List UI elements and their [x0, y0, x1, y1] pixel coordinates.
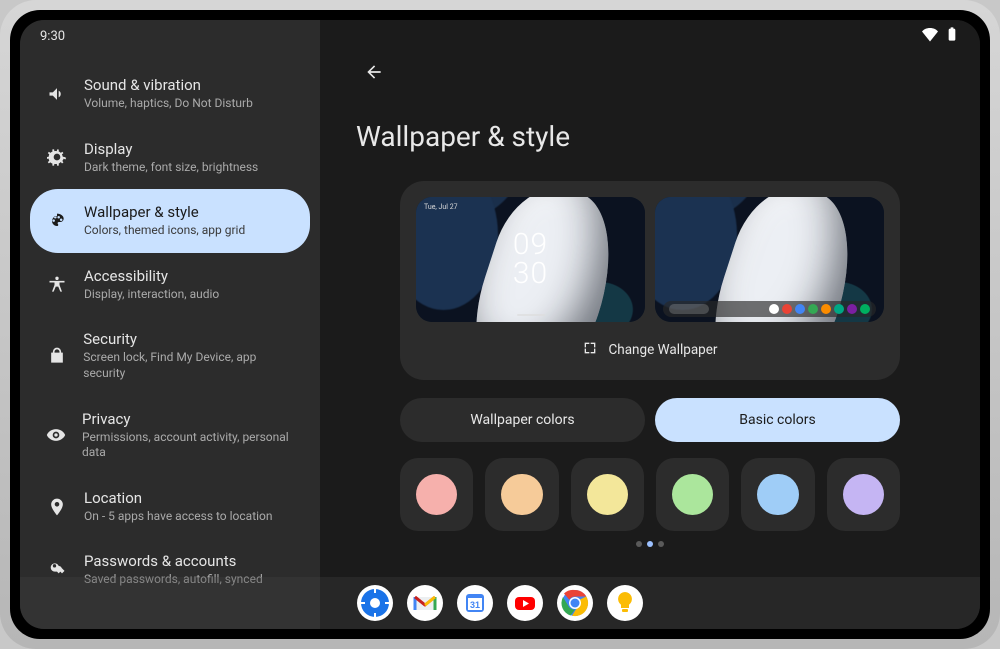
sidebar-item-title: Sound & vibration	[84, 76, 253, 94]
sidebar-item-subtitle: Screen lock, Find My Device, app securit…	[83, 350, 294, 381]
tab-wallpaper-colors[interactable]: Wallpaper colors	[400, 398, 645, 442]
sidebar-item-subtitle: Display, interaction, audio	[84, 287, 219, 303]
status-icons	[922, 26, 960, 46]
pager-dot[interactable]	[636, 541, 642, 547]
swatch-color	[757, 474, 798, 515]
sidebar-item-location[interactable]: Location On - 5 apps have access to locat…	[30, 475, 310, 539]
taskbar-app-keep[interactable]	[607, 585, 643, 621]
dock-mini-icon	[847, 304, 857, 314]
dock-mini-icon	[782, 304, 792, 314]
wallpaper-icon	[46, 211, 68, 231]
change-wallpaper-label: Change Wallpaper	[608, 342, 717, 358]
color-swatch-row	[400, 458, 900, 531]
taskbar-app-youtube[interactable]	[507, 585, 543, 621]
sidebar-item-title: Privacy	[82, 410, 294, 428]
dock-mini-icon	[834, 304, 844, 314]
taskbar-app-chrome[interactable]	[557, 585, 593, 621]
device-frame: 9:30 Sound & vibration Volume, haptics, D…	[0, 0, 1000, 649]
sidebar-item-title: Passwords & accounts	[84, 552, 263, 570]
settings-sidebar: Sound & vibration Volume, haptics, Do Not…	[20, 20, 320, 629]
search-pill	[669, 304, 709, 314]
dock-mini-icon	[795, 304, 805, 314]
sidebar-item-subtitle: Volume, haptics, Do Not Disturb	[84, 96, 253, 112]
lock-screen-overlay: Tue, Jul 27 09 30	[416, 197, 645, 322]
sidebar-item-title: Security	[83, 330, 294, 348]
swatch-color	[416, 474, 457, 515]
sidebar-item-subtitle: Permissions, account activity, personal …	[82, 430, 294, 461]
change-wallpaper-button[interactable]: Change Wallpaper	[416, 336, 884, 362]
sidebar-item-privacy[interactable]: Privacy Permissions, account activity, pe…	[30, 396, 310, 475]
bezel: 9:30 Sound & vibration Volume, haptics, D…	[10, 10, 990, 639]
location-icon	[46, 497, 68, 517]
pager-dot[interactable]	[647, 541, 653, 547]
tab-basic-colors[interactable]: Basic colors	[655, 398, 900, 442]
sidebar-item-subtitle: Colors, themed icons, app grid	[84, 223, 245, 239]
settings-list: Sound & vibration Volume, haptics, Do Not…	[20, 62, 320, 602]
color-swatch-5[interactable]	[741, 458, 814, 531]
status-bar: 9:30	[20, 20, 980, 52]
color-swatch-2[interactable]	[485, 458, 558, 531]
status-time: 9:30	[40, 29, 65, 44]
dock-mini-icon	[860, 304, 870, 314]
taskbar-app-gmail[interactable]	[407, 585, 443, 621]
color-swatch-3[interactable]	[571, 458, 644, 531]
preview-panel: Tue, Jul 27 09 30	[400, 181, 900, 380]
home-screen-overlay	[655, 197, 884, 322]
screen: 9:30 Sound & vibration Volume, haptics, D…	[20, 20, 980, 629]
color-swatch-6[interactable]	[827, 458, 900, 531]
privacy-icon	[46, 425, 66, 445]
sidebar-item-subtitle: Dark theme, font size, brightness	[84, 160, 258, 176]
color-swatch-1[interactable]	[400, 458, 473, 531]
pager-dot[interactable]	[658, 541, 664, 547]
sidebar-item-a11y[interactable]: Accessibility Display, interaction, audio	[30, 253, 310, 317]
pager-dots	[356, 541, 944, 547]
color-tabs: Wallpaper colors Basic colors	[400, 398, 900, 442]
back-button[interactable]	[356, 54, 392, 90]
wallpaper-icon	[582, 340, 598, 360]
dock-mini-icon	[808, 304, 818, 314]
sound-icon	[46, 84, 68, 104]
sidebar-item-title: Location	[84, 489, 273, 507]
swatch-color	[587, 474, 628, 515]
dock-mini-icon	[821, 304, 831, 314]
lock-time: 09 30	[513, 231, 548, 288]
swatch-color	[672, 474, 713, 515]
swatch-color	[843, 474, 884, 515]
color-swatch-4[interactable]	[656, 458, 729, 531]
security-icon	[46, 346, 67, 366]
sidebar-item-title: Accessibility	[84, 267, 219, 285]
a11y-icon	[46, 275, 68, 295]
lock-date: Tue, Jul 27	[424, 203, 458, 211]
home-screen-preview[interactable]	[655, 197, 884, 322]
home-dock-preview	[663, 301, 876, 317]
sidebar-item-subtitle: On - 5 apps have access to location	[84, 509, 273, 525]
sidebar-item-security[interactable]: Security Screen lock, Find My Device, app…	[30, 316, 310, 395]
sidebar-item-display[interactable]: Display Dark theme, font size, brightness	[30, 126, 310, 190]
dock-mini-icon	[769, 304, 779, 314]
display-icon	[46, 147, 68, 167]
main-panel: Wallpaper & style Tue, Jul 27 09 30	[320, 20, 980, 629]
wifi-icon	[922, 26, 938, 46]
taskbar-app-settings[interactable]	[357, 585, 393, 621]
taskbar-app-calendar[interactable]: 31	[457, 585, 493, 621]
sidebar-item-wallpaper[interactable]: Wallpaper & style Colors, themed icons, a…	[30, 189, 310, 253]
swatch-color	[501, 474, 542, 515]
sidebar-item-title: Wallpaper & style	[84, 203, 245, 221]
svg-text:31: 31	[470, 600, 480, 610]
sidebar-item-title: Display	[84, 140, 258, 158]
page-title: Wallpaper & style	[356, 120, 944, 153]
sidebar-item-sound[interactable]: Sound & vibration Volume, haptics, Do Not…	[30, 62, 310, 126]
taskbar: 31	[20, 577, 980, 629]
lock-screen-preview[interactable]: Tue, Jul 27 09 30	[416, 197, 645, 322]
battery-icon	[944, 26, 960, 46]
